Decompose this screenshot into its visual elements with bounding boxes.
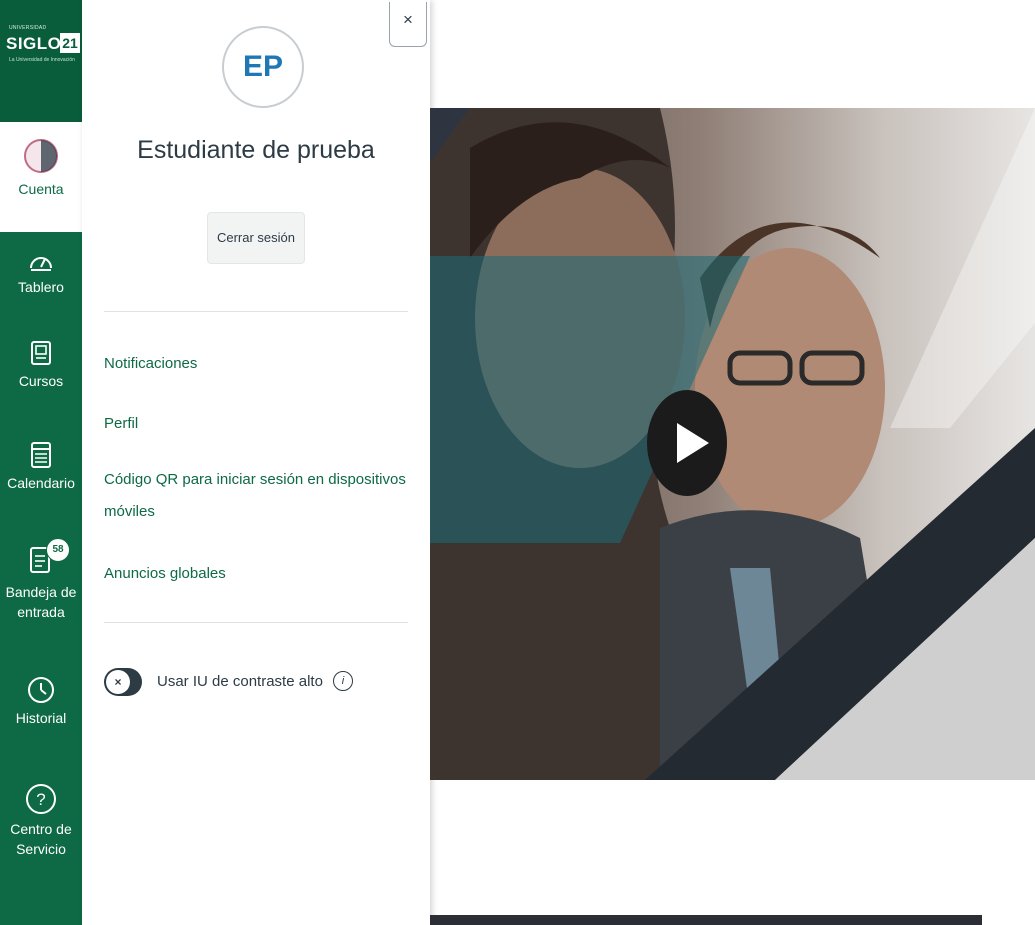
nav-item-inbox[interactable]: 58 Bandeja de entrada (0, 536, 82, 622)
info-icon[interactable]: i (333, 671, 353, 691)
courses-icon (31, 341, 51, 365)
nav-label-inbox: Bandeja de entrada (5, 584, 77, 620)
siglo21-logo[interactable]: UNIVERSIDAD SIGLO 21 La Universidad de I… (0, 0, 82, 122)
high-contrast-label: Usar IU de contraste alto (157, 673, 323, 690)
high-contrast-toggle[interactable]: × (104, 668, 142, 696)
logo-wordmark: SIGLO (6, 34, 62, 53)
play-icon (677, 423, 709, 463)
global-nav: UNIVERSIDAD SIGLO 21 La Universidad de I… (0, 0, 82, 925)
logout-button[interactable]: Cerrar sesión (207, 212, 305, 264)
divider (104, 622, 408, 623)
account-tray: × EP Estudiante de prueba Cerrar sesión … (82, 0, 430, 925)
play-button[interactable] (647, 390, 727, 496)
link-qr-login[interactable]: Código QR para iniciar sesión en disposi… (104, 464, 414, 528)
toggle-off-icon: × (106, 670, 130, 694)
logo-number: 21 (60, 33, 80, 53)
nav-item-account[interactable]: Cuenta (0, 122, 82, 232)
help-icon: ? (26, 784, 56, 814)
calendar-icon (31, 442, 51, 468)
nav-label-help: Centro de Servicio (10, 821, 72, 857)
nav-label-account: Cuenta (18, 181, 64, 197)
avatar[interactable]: EP (222, 26, 304, 108)
divider (104, 311, 408, 312)
link-global-announcements[interactable]: Anuncios globales (104, 558, 414, 590)
content-bar (430, 915, 982, 925)
nav-item-history[interactable]: Historial (0, 675, 82, 728)
user-name: Estudiante de prueba (137, 136, 375, 164)
nav-label-history: Historial (15, 710, 67, 726)
dashboard-icon (30, 257, 52, 271)
svg-text:?: ? (36, 790, 45, 809)
video-banner[interactable] (430, 108, 1035, 780)
logo-small-text: UNIVERSIDAD (9, 25, 47, 31)
account-icon (24, 139, 58, 173)
nav-item-calendar[interactable]: Calendario (0, 440, 82, 493)
nav-item-dashboard[interactable]: Tablero (0, 250, 82, 297)
close-tray-button[interactable]: × (389, 2, 427, 47)
nav-label-dashboard: Tablero (18, 279, 64, 295)
nav-label-courses: Cursos (18, 373, 64, 389)
nav-item-help[interactable]: ? Centro de Servicio (0, 782, 82, 859)
link-notifications[interactable]: Notificaciones (104, 348, 414, 380)
link-profile[interactable]: Perfil (104, 408, 414, 440)
nav-item-courses[interactable]: Cursos (0, 340, 82, 391)
nav-label-calendar: Calendario (7, 475, 75, 491)
banner-image (430, 108, 1035, 780)
inbox-unread-badge: 58 (46, 538, 70, 562)
logo-subtitle: La Universidad de Innovación (9, 57, 75, 63)
history-icon (28, 677, 54, 703)
